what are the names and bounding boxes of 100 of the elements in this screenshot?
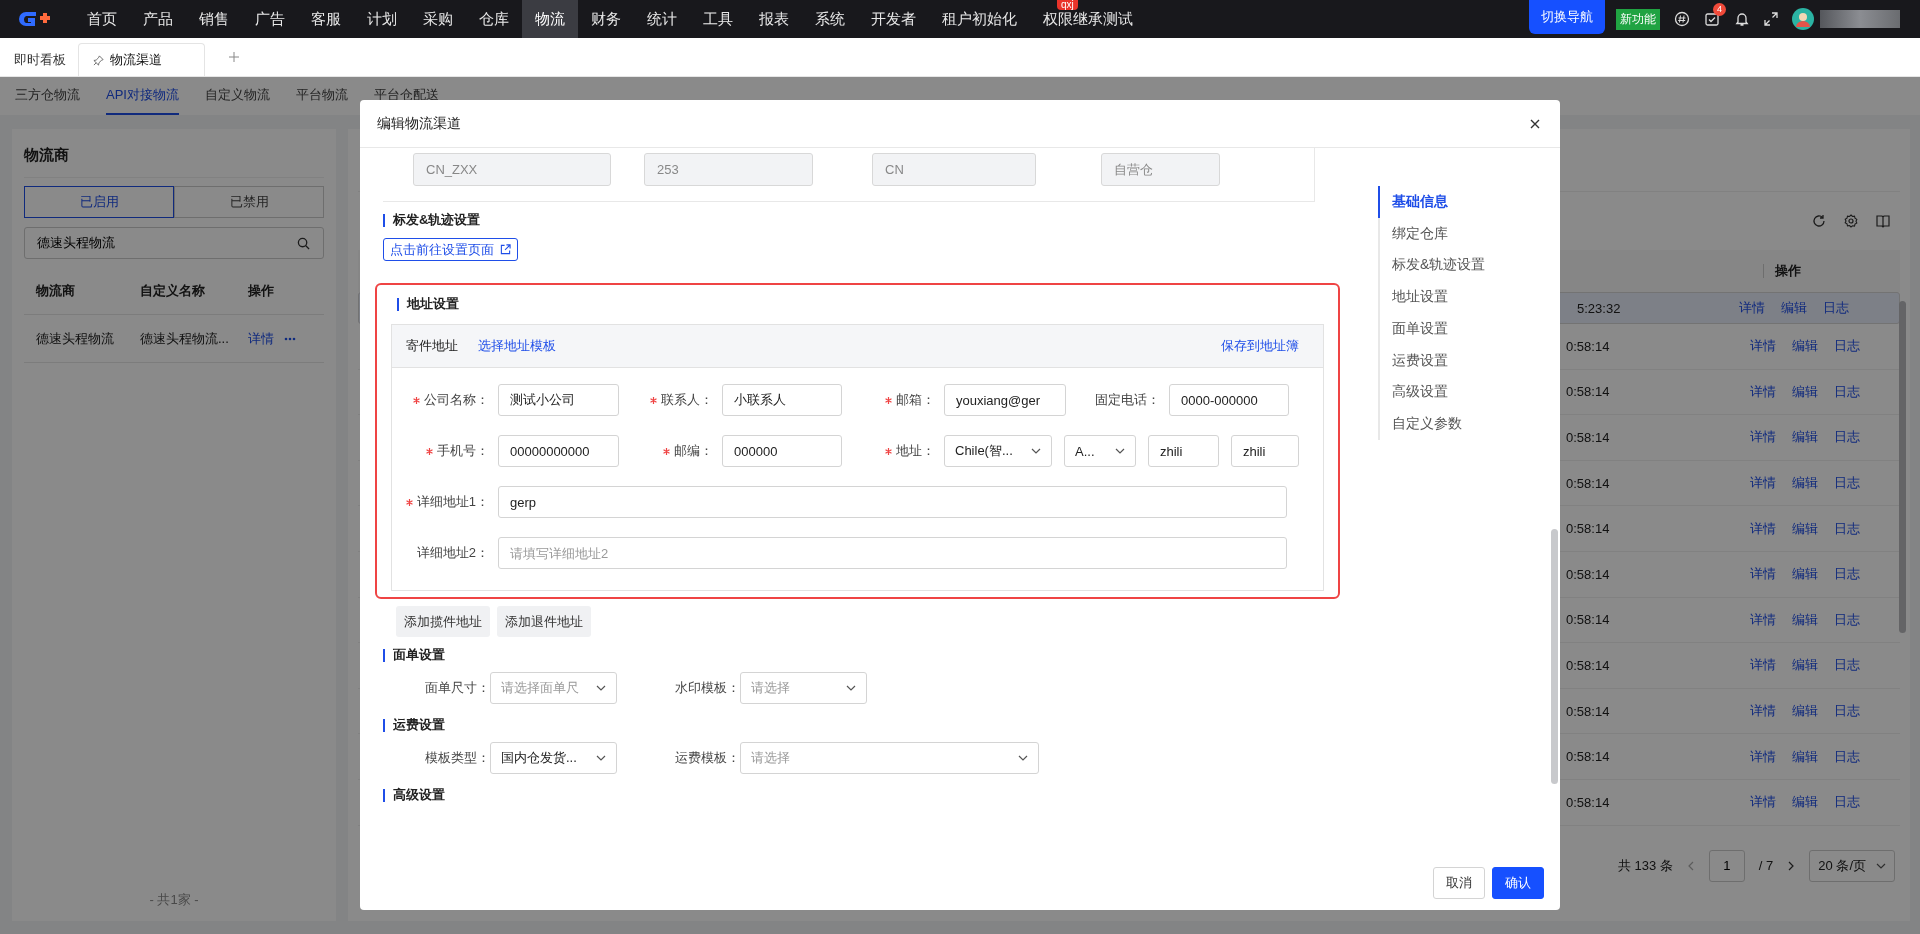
action-link[interactable]: 编辑 [1792, 793, 1818, 812]
action-link[interactable]: 详情 [1750, 428, 1776, 447]
nav-menu-item[interactable]: 销售 [186, 10, 242, 28]
action-link[interactable]: 编辑 [1792, 747, 1818, 766]
anchor-nav-item[interactable]: 运费设置 [1378, 344, 1486, 377]
nav-menu-item[interactable]: 产品 [130, 10, 186, 28]
text-field[interactable]: gerp [498, 486, 1287, 518]
dropdown-select[interactable]: 请选择 [740, 672, 867, 704]
refresh-icon[interactable] [1812, 214, 1826, 228]
confirm-button[interactable]: 确认 [1492, 867, 1544, 899]
scrollbar[interactable] [1551, 529, 1558, 784]
nav-menu-item[interactable]: 统计 [634, 10, 690, 28]
action-link[interactable]: 编辑 [1792, 656, 1818, 675]
nav-menu-item[interactable]: 计划 [354, 10, 410, 28]
page-tab[interactable]: 即时看板 [12, 44, 68, 76]
dropdown-select[interactable]: 请选择 [740, 742, 1039, 774]
anchor-nav-item[interactable]: 地址设置 [1378, 281, 1486, 313]
more-icon[interactable] [284, 336, 296, 341]
settings-icon[interactable] [1844, 214, 1858, 228]
close-icon[interactable] [1530, 118, 1540, 129]
action-link[interactable]: 详情 [1750, 702, 1776, 721]
anchor-nav-item[interactable]: 标发&轨迹设置 [1378, 249, 1486, 282]
fullscreen-icon[interactable] [1764, 12, 1778, 26]
action-link[interactable]: 日志 [1834, 702, 1860, 721]
action-link[interactable]: 日志 [1834, 747, 1860, 766]
search-field[interactable]: 德速头程物流 [24, 227, 324, 259]
action-link[interactable]: 编辑 [1792, 474, 1818, 493]
switch-nav-button[interactable]: 切换导航 [1529, 0, 1605, 34]
nav-menu-item[interactable]: 采购 [410, 10, 466, 28]
text-field[interactable]: 000000 [722, 435, 842, 467]
new-feature-badge[interactable]: 新功能 [1616, 8, 1660, 30]
anchor-nav-item[interactable]: 面单设置 [1378, 313, 1486, 345]
action-link[interactable]: 详情 [1750, 337, 1776, 356]
page-tab[interactable]: 物流渠道 [78, 43, 205, 76]
text-field[interactable]: zhili [1231, 435, 1299, 467]
anchor-nav-item[interactable]: 基础信息 [1378, 186, 1486, 218]
cancel-button[interactable]: 取消 [1433, 867, 1485, 899]
action-link[interactable]: 日志 [1834, 519, 1860, 538]
action-link[interactable]: 编辑 [1792, 337, 1818, 356]
nav-menu-item[interactable]: 客服 [298, 10, 354, 28]
pin-icon[interactable] [93, 54, 104, 66]
action-link[interactable]: 日志 [1834, 428, 1860, 447]
dropdown-select[interactable]: 国内仓发货... [490, 742, 617, 774]
nav-menu-item[interactable]: 物流 [522, 0, 578, 38]
action-link[interactable]: 编辑 [1792, 702, 1818, 721]
details-link[interactable]: 详情 [248, 329, 274, 348]
hash-circle-icon[interactable] [1674, 11, 1690, 27]
action-link[interactable]: 详情 [1750, 656, 1776, 675]
dropdown-select[interactable]: 请选择面单尺 [490, 672, 617, 704]
action-link[interactable]: 编辑 [1792, 519, 1818, 538]
settings-page-link-button[interactable]: 点击前往设置页面 [383, 238, 518, 261]
scrollbar[interactable] [1899, 301, 1906, 633]
action-link[interactable]: 日志 [1834, 656, 1860, 675]
text-field[interactable]: 0000-000000 [1169, 384, 1289, 416]
action-link[interactable]: 日志 [1834, 337, 1860, 356]
action-link[interactable]: 日志 [1823, 299, 1849, 317]
sub-tab[interactable]: 三方仓物流 [15, 77, 80, 115]
action-link[interactable]: 详情 [1750, 474, 1776, 493]
add-address-button[interactable]: 添加退件地址 [497, 606, 591, 637]
nav-menu-item[interactable]: 广告 [242, 10, 298, 28]
sub-tab[interactable]: 平台物流 [295, 77, 348, 115]
action-link[interactable]: 编辑 [1792, 610, 1818, 629]
action-link[interactable]: 详情 [1750, 793, 1776, 812]
add-address-button[interactable]: 添加揽件地址 [396, 606, 490, 637]
text-field[interactable]: 00000000000 [498, 435, 619, 467]
action-link[interactable]: 日志 [1834, 474, 1860, 493]
filter-toggle[interactable]: 已禁用 [174, 186, 324, 218]
dropdown-select[interactable]: Chile(智... [944, 435, 1052, 467]
columns-icon[interactable] [1876, 214, 1890, 228]
action-link[interactable]: 编辑 [1781, 299, 1807, 317]
action-link[interactable]: 详情 [1750, 565, 1776, 584]
dropdown-select[interactable]: A... [1064, 435, 1136, 467]
text-field[interactable]: 小联系人 [722, 384, 842, 416]
task-check-icon[interactable] [1704, 11, 1720, 27]
page-size-select[interactable]: 20 条/页 [1809, 849, 1895, 882]
page-input[interactable]: 1 [1708, 849, 1745, 882]
action-link[interactable]: 详情 [1750, 747, 1776, 766]
nav-menu-item[interactable]: 仓库 [466, 10, 522, 28]
action-link[interactable]: 编辑 [1792, 565, 1818, 584]
avatar-icon[interactable] [1792, 8, 1814, 30]
nav-menu-item[interactable]: 开发者 [858, 10, 929, 28]
nav-menu-item[interactable]: 租户初始化 [929, 10, 1030, 28]
anchor-nav-item[interactable]: 自定义参数 [1378, 408, 1486, 440]
action-link[interactable]: 日志 [1834, 565, 1860, 584]
action-link[interactable]: 详情 [1750, 382, 1776, 401]
anchor-nav-item[interactable]: 高级设置 [1378, 376, 1486, 409]
select-template-link[interactable]: 选择地址模板 [478, 337, 556, 355]
sub-tab[interactable]: 自定义物流 [204, 77, 270, 115]
bell-icon[interactable] [1734, 11, 1750, 27]
nav-menu-item[interactable]: 系统 [802, 10, 858, 28]
action-link[interactable]: 日志 [1834, 793, 1860, 812]
text-field[interactable]: youxiang@ger [944, 384, 1066, 416]
text-field[interactable]: 请填写详细地址2 [498, 537, 1287, 569]
action-link[interactable]: 详情 [1750, 519, 1776, 538]
action-link[interactable]: 日志 [1834, 610, 1860, 629]
nav-menu-item[interactable]: 财务 [578, 10, 634, 28]
save-address-link[interactable]: 保存到地址簿 [1221, 337, 1299, 355]
search-icon[interactable] [297, 237, 310, 250]
nav-menu-item[interactable]: 权限继承测试 [1030, 10, 1146, 28]
text-field[interactable]: zhili [1148, 435, 1219, 467]
